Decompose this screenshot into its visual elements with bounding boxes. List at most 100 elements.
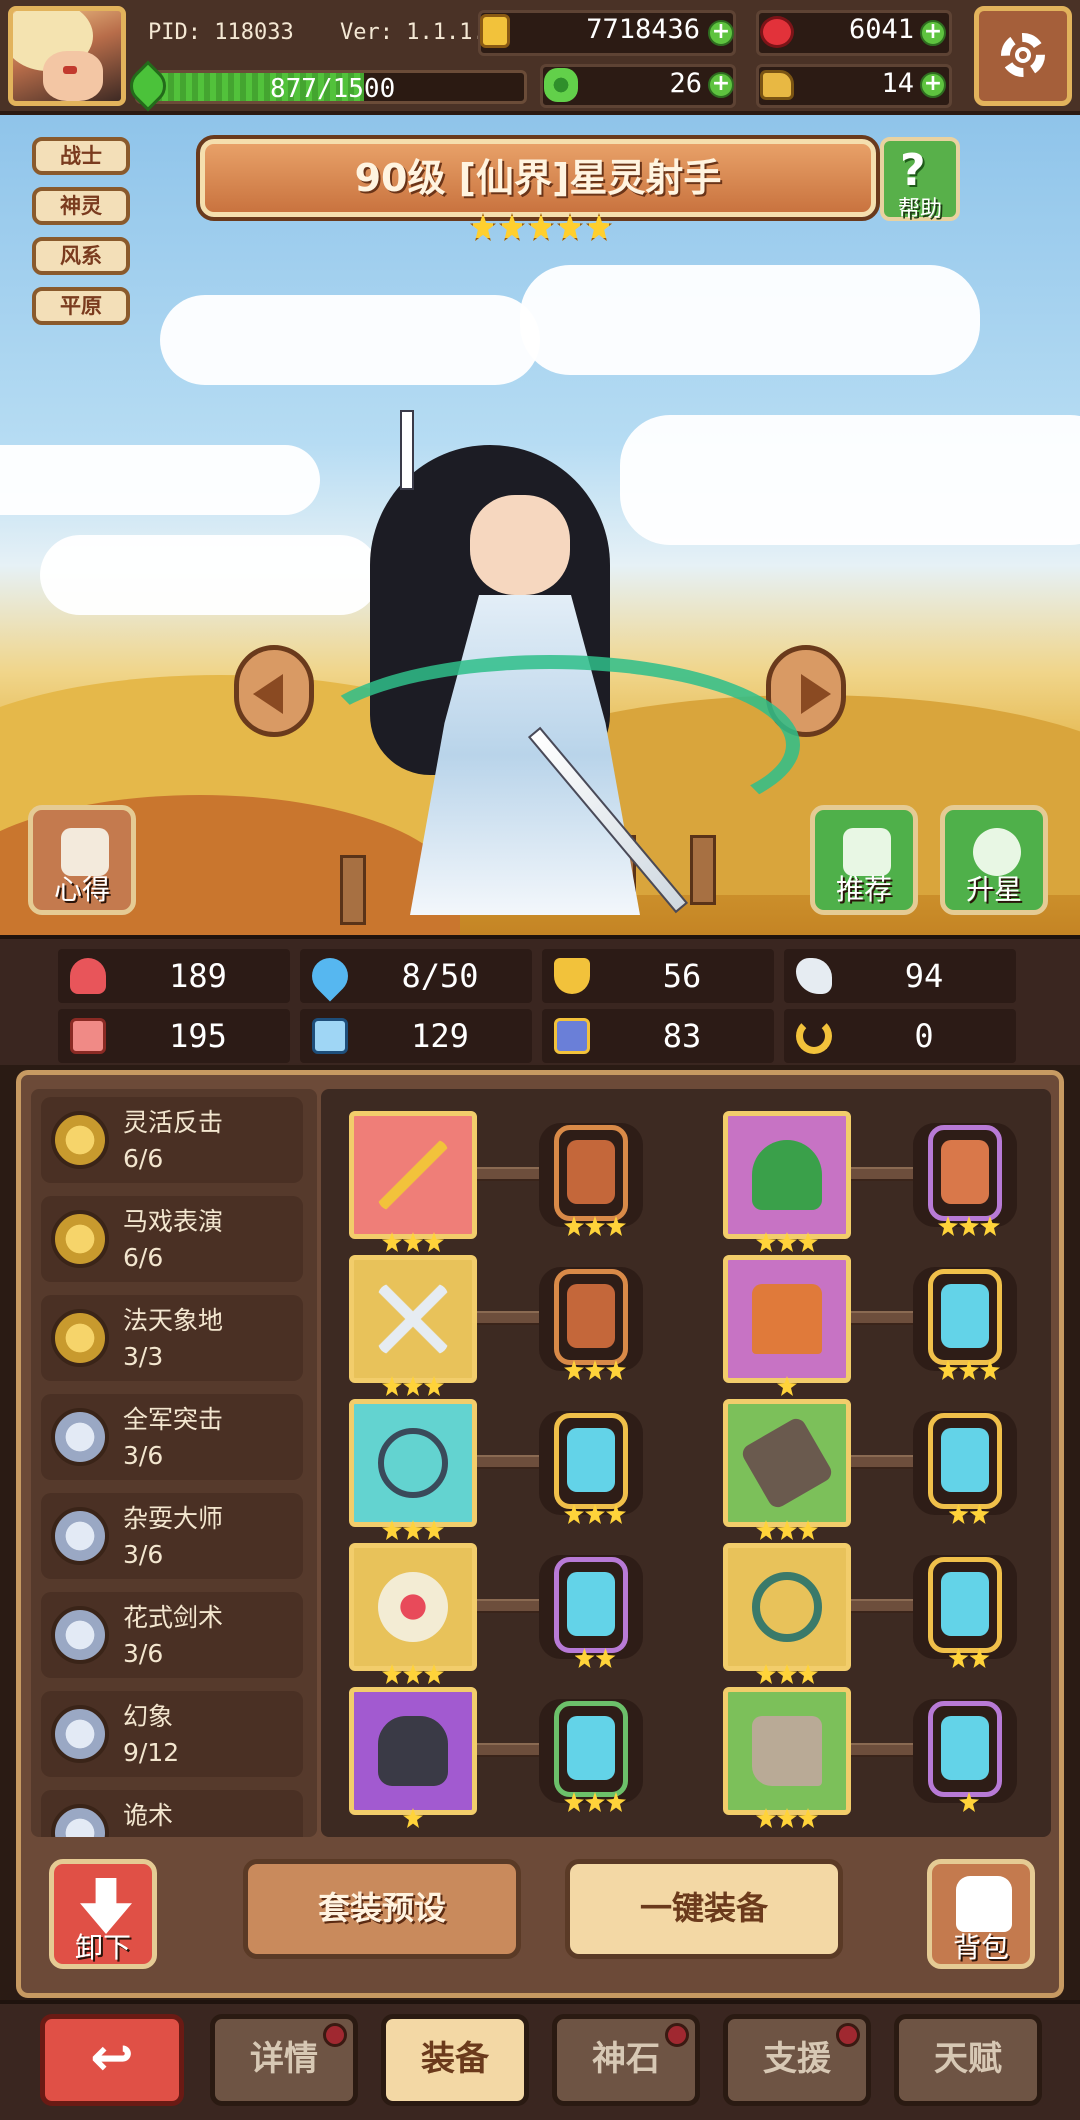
notification-dot-icon xyxy=(836,2023,860,2047)
boots-icon xyxy=(752,1716,822,1786)
hero-star-icon xyxy=(586,213,612,241)
set-bonus-item[interactable]: 全军突击 3/6 xyxy=(41,1394,303,1480)
notification-dot-icon xyxy=(323,2023,347,2047)
star-icon xyxy=(424,1232,444,1252)
equipment-slot-helm[interactable] xyxy=(349,1687,477,1828)
tab-4[interactable]: 天赋 xyxy=(894,2014,1042,2106)
tag-class: 战士 xyxy=(32,137,130,175)
add-gems-icon[interactable]: + xyxy=(920,20,946,46)
equipment-slot-belt[interactable] xyxy=(723,1543,851,1684)
hero-stats: 189 8/50 56 94 195 129 83 0 xyxy=(0,935,1080,1065)
hero-star-icon xyxy=(528,213,554,241)
tab-label: 装备 xyxy=(421,2039,489,2079)
clover-icon xyxy=(544,68,578,102)
set-bonus-item[interactable]: 幻象 9/12 xyxy=(41,1691,303,1777)
hero-star-icon xyxy=(499,213,525,241)
star-icon xyxy=(585,1216,605,1236)
star-icon xyxy=(382,1664,402,1684)
rune-stone[interactable] xyxy=(928,1125,1002,1236)
star-icon xyxy=(424,1520,444,1540)
add-gold-icon[interactable]: + xyxy=(708,20,734,46)
player-avatar[interactable] xyxy=(8,6,126,106)
star-icon xyxy=(606,1360,626,1380)
star-icon xyxy=(574,1648,595,1668)
rune-stone[interactable] xyxy=(554,1557,628,1668)
book-icon xyxy=(312,1018,348,1054)
set-bonus-icon xyxy=(51,1111,109,1169)
stat-attack: 195 xyxy=(58,1009,290,1063)
equipment-slot-amulet[interactable] xyxy=(349,1543,477,1684)
star-icon xyxy=(585,1792,605,1812)
tab-1[interactable]: 装备 xyxy=(381,2014,529,2106)
equipment-slot-staff[interactable] xyxy=(349,1111,477,1252)
set-bonus-item[interactable]: 法天象地 3/3 xyxy=(41,1295,303,1381)
boot-icon xyxy=(554,1018,590,1054)
star-icon xyxy=(403,1232,423,1252)
rune-stone[interactable] xyxy=(554,1269,628,1380)
add-clover-icon[interactable]: + xyxy=(708,72,734,98)
backpack-label: 背包 xyxy=(952,1931,1009,1964)
star-icon xyxy=(777,1232,797,1252)
set-bonus-list[interactable]: 灵活反击 6/6 马戏表演 6/6 法天象地 3/3 全军突击 3/6 杂耍大师 3/6 花式剑术 3… xyxy=(31,1089,317,1837)
xp-text: 877/1500 xyxy=(270,74,396,104)
back-button[interactable]: ↩ xyxy=(40,2014,184,2106)
star-icon xyxy=(382,1376,402,1396)
insight-button[interactable]: 心得 xyxy=(28,805,136,915)
rune-stone[interactable] xyxy=(554,1125,628,1236)
unequip-button[interactable]: 卸下 xyxy=(49,1859,157,1969)
star-icon xyxy=(798,1232,818,1252)
tab-3[interactable]: 支援 xyxy=(723,2014,871,2106)
heart-icon xyxy=(70,958,106,994)
set-bonus-name: 诡术 xyxy=(123,1801,174,1830)
equipment-slot-armor[interactable] xyxy=(723,1255,851,1396)
rune-stone[interactable] xyxy=(554,1701,628,1812)
rune-stone[interactable] xyxy=(928,1701,1002,1812)
set-bonus-item[interactable]: 诡术 xyxy=(41,1790,303,1837)
equipment-slot-boots[interactable] xyxy=(723,1687,851,1828)
rune-gem-icon xyxy=(941,1140,989,1204)
add-keys-icon[interactable]: + xyxy=(920,72,946,98)
speed-value: 94 xyxy=(904,957,944,995)
set-preset-label: 套装预设 xyxy=(317,1889,446,1927)
clover-amount: 26 xyxy=(669,68,702,99)
set-bonus-item[interactable]: 杂耍大师 3/6 xyxy=(41,1493,303,1579)
rune-stone[interactable] xyxy=(928,1557,1002,1668)
help-label: 帮助 xyxy=(897,197,942,222)
backpack-button[interactable]: 背包 xyxy=(927,1859,1035,1969)
staff-icon xyxy=(378,1140,448,1210)
star-icon xyxy=(606,1216,626,1236)
set-bonus-name: 花式剑术 xyxy=(123,1603,224,1632)
rune-gem-icon xyxy=(567,1716,615,1780)
rune-gem-icon xyxy=(567,1572,615,1636)
rune-stone[interactable] xyxy=(928,1413,1002,1524)
stat-mana: 8/50 xyxy=(300,949,532,1003)
star-icon xyxy=(980,1360,1000,1380)
rune-stone[interactable] xyxy=(928,1269,1002,1380)
equipment-slot-swords[interactable] xyxy=(349,1255,477,1396)
notification-dot-icon xyxy=(665,2023,689,2047)
help-button[interactable]: ? 帮助 xyxy=(880,137,960,222)
set-bonus-item[interactable]: 灵活反击 6/6 xyxy=(41,1097,303,1183)
bracer-icon xyxy=(739,1415,835,1511)
set-bonus-icon xyxy=(51,1408,109,1466)
auto-equip-button[interactable]: 一键装备 xyxy=(565,1859,843,1959)
equipment-slot-bracer[interactable] xyxy=(723,1399,851,1540)
equipment-grid xyxy=(321,1089,1051,1837)
set-bonus-item[interactable]: 花式剑术 3/6 xyxy=(41,1592,303,1678)
set-preset-button[interactable]: 套装预设 xyxy=(243,1859,521,1959)
tab-2[interactable]: 神石 xyxy=(552,2014,700,2106)
star-icon xyxy=(403,1376,423,1396)
equipment-slot-hat[interactable] xyxy=(723,1111,851,1252)
tab-0[interactable]: 详情 xyxy=(210,2014,358,2106)
star-icon xyxy=(948,1648,969,1668)
set-bonus-item[interactable]: 马戏表演 6/6 xyxy=(41,1196,303,1282)
equipment-slot-necklace[interactable] xyxy=(349,1399,477,1540)
star-up-button[interactable]: 升星 xyxy=(940,805,1048,915)
set-bonus-icon xyxy=(51,1705,109,1763)
settings-button[interactable] xyxy=(974,6,1072,106)
set-bonus-icon xyxy=(51,1507,109,1565)
star-icon xyxy=(606,1792,626,1812)
rune-stone[interactable] xyxy=(554,1413,628,1524)
stat-defense: 56 xyxy=(542,949,774,1003)
recommend-button[interactable]: 推荐 xyxy=(810,805,918,915)
